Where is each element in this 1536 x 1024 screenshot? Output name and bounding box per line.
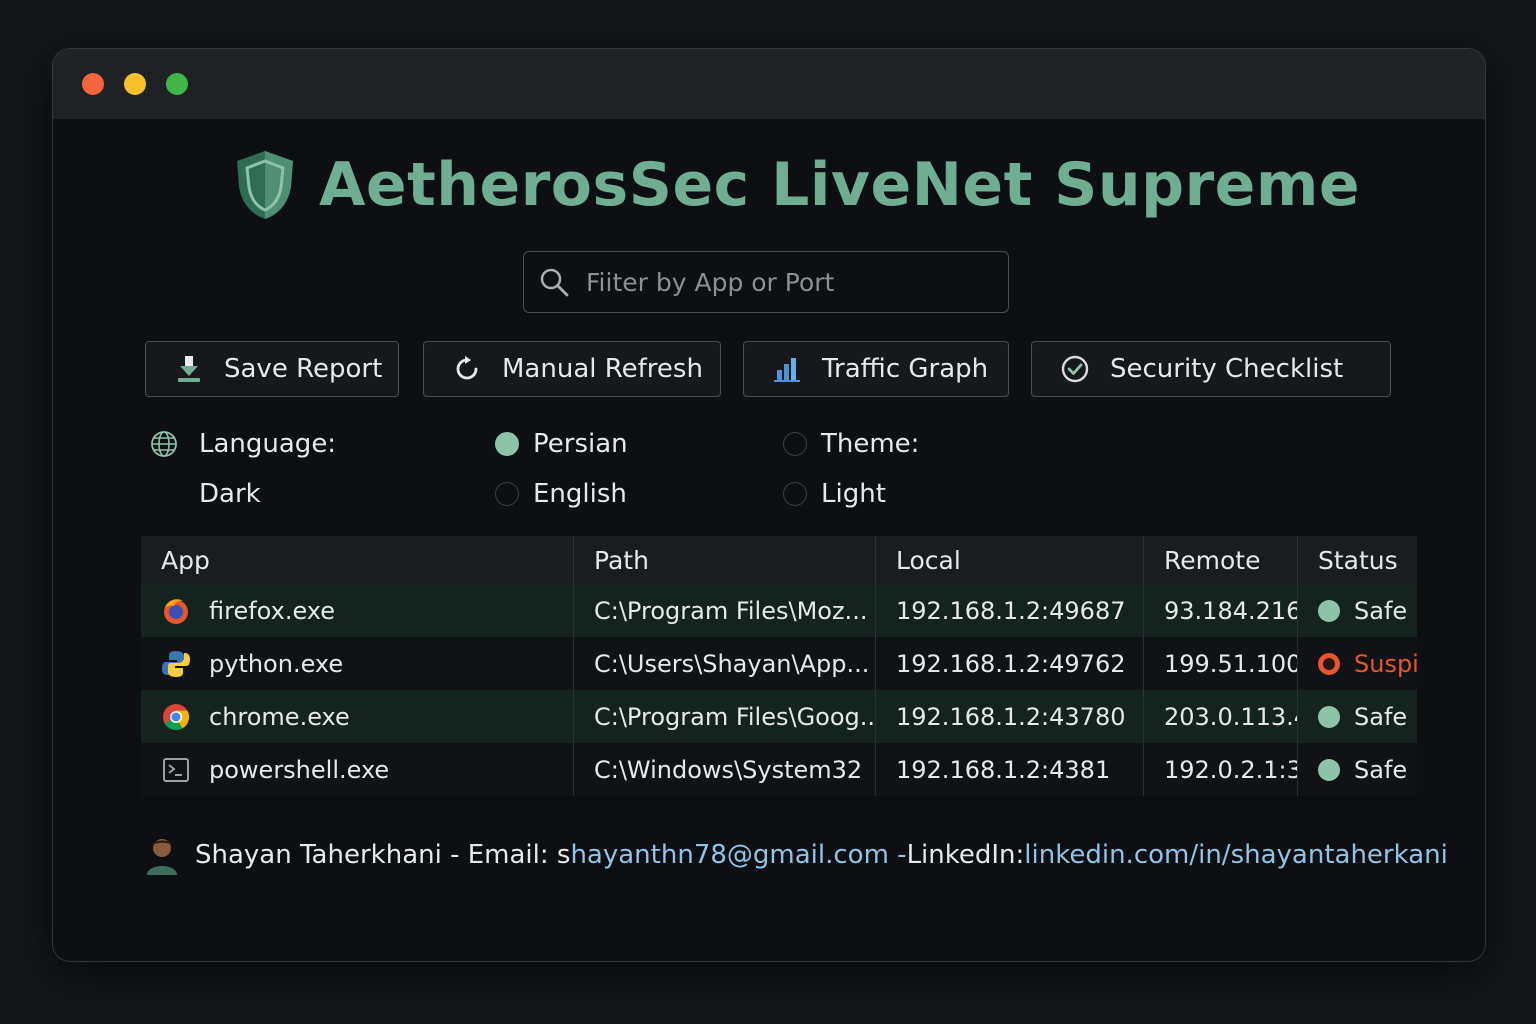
app-name: chrome.exe (209, 702, 350, 731)
security-checklist-label: Security Checklist (1110, 354, 1344, 384)
column-header-path[interactable]: Path (574, 536, 876, 584)
status-text: Suspi (1354, 649, 1417, 678)
english-option[interactable]: English (495, 479, 627, 509)
filter-input[interactable] (584, 266, 1008, 298)
manual-refresh-label: Manual Refresh (502, 354, 703, 384)
english-radio[interactable] (495, 482, 519, 506)
save-report-button[interactable]: Save Report (145, 341, 399, 397)
light-label: Light (821, 479, 886, 509)
app-cell: firefox.exe (141, 584, 574, 637)
persian-radio[interactable] (495, 432, 519, 456)
download-icon (178, 356, 200, 382)
python-icon (162, 650, 190, 677)
status-cell: Suspi (1298, 637, 1417, 690)
dark-option: Dark (199, 479, 261, 509)
shield-icon (237, 151, 293, 219)
language-label: Language: (199, 429, 337, 459)
path-cell: C:\Windows\System32 (574, 743, 876, 796)
english-label: English (533, 479, 627, 509)
app-cell: chrome.exe (141, 690, 574, 743)
traffic-graph-button[interactable]: Traffic Graph (743, 341, 1009, 397)
app-cell: powershell.exe (141, 743, 574, 796)
remote-cell: 192.0.2.1:3: (1144, 743, 1298, 796)
remote-cell: 203.0.113.4 (1144, 690, 1298, 743)
table-row[interactable]: firefox.exe C:\Program Files\Moz... 192.… (141, 584, 1417, 637)
status-safe-indicator (1318, 705, 1340, 728)
app-header: AetherosSec LiveNet Supreme (233, 145, 1360, 225)
column-header-app[interactable]: App (141, 536, 574, 584)
status-safe-indicator (1318, 758, 1340, 781)
status-text: Safe (1354, 755, 1408, 784)
filter-search-box[interactable] (523, 251, 1009, 313)
local-cell: 192.168.1.2:49687 (876, 584, 1144, 637)
local-cell: 192.168.1.2:4381 (876, 743, 1144, 796)
status-safe-indicator (1318, 599, 1340, 622)
app-title: AetherosSec LiveNet Supreme (319, 150, 1361, 220)
traffic-graph-label: Traffic Graph (822, 354, 989, 384)
dark-label: Dark (199, 479, 261, 509)
column-header-status[interactable]: Status (1298, 536, 1417, 584)
globe-icon (151, 431, 177, 457)
minimize-window-button[interactable] (124, 73, 146, 95)
status-cell: Safe (1298, 743, 1417, 796)
manual-refresh-button[interactable]: Manual Refresh (423, 341, 721, 397)
table-row[interactable]: python.exe C:\Users\Shayan\App... 192.16… (141, 637, 1417, 690)
theme-radio[interactable] (783, 432, 807, 456)
path-cell: C:\Users\Shayan\App... (574, 637, 876, 690)
maximize-window-button[interactable] (166, 73, 188, 95)
title-bar (53, 49, 1485, 119)
close-window-button[interactable] (82, 73, 104, 95)
status-text: Safe (1354, 596, 1408, 625)
person-avatar-icon (147, 839, 177, 875)
app-cell: python.exe (141, 637, 574, 690)
local-cell: 192.168.1.2:43780 (876, 690, 1144, 743)
app-window: AetherosSec LiveNet Supreme Save Report … (52, 48, 1486, 962)
status-suspicious-indicator (1318, 652, 1340, 675)
save-report-label: Save Report (224, 354, 383, 384)
path-cell: C:\Program Files\Moz... (574, 584, 876, 637)
table-header-row: App Path Local Remote Status (141, 536, 1417, 584)
chrome-icon (163, 703, 190, 730)
powershell-icon (163, 757, 189, 782)
persian-option[interactable]: Persian (495, 429, 628, 459)
linkedin-label: LinkedIn: (906, 840, 1025, 870)
remote-cell: 199.51.100: (1144, 637, 1298, 690)
connections-table: App Path Local Remote Status firefox.exe… (141, 536, 1417, 796)
language-label-row: Language: (149, 429, 336, 459)
search-icon (540, 268, 569, 297)
status-cell: Safe (1298, 690, 1417, 743)
light-option[interactable]: Light (783, 479, 886, 509)
bar-chart-icon (774, 358, 800, 382)
firefox-icon (164, 598, 188, 624)
app-name: powershell.exe (209, 755, 390, 784)
check-circle-icon (1061, 355, 1089, 383)
author-footer: Shayan Taherkhani - Email: s hayanthn78@g… (145, 835, 1448, 875)
status-cell: Safe (1298, 584, 1417, 637)
table-row[interactable]: chrome.exe C:\Program Files\Goog... 192.… (141, 690, 1417, 743)
app-name: python.exe (209, 649, 344, 678)
refresh-icon (456, 356, 478, 380)
theme-label: Theme: (821, 429, 920, 459)
light-radio[interactable] (783, 482, 807, 506)
linkedin-link[interactable]: linkedin.com/in/shayantaherkani (1024, 840, 1448, 870)
remote-cell: 93.184.216. (1144, 584, 1298, 637)
app-name: firefox.exe (209, 596, 336, 625)
table-row[interactable]: powershell.exe C:\Windows\System32 192.1… (141, 743, 1417, 796)
column-header-remote[interactable]: Remote (1144, 536, 1298, 584)
column-header-local[interactable]: Local (876, 536, 1144, 584)
author-name: Shayan Taherkhani - Email: s (195, 840, 571, 870)
status-text: Safe (1354, 702, 1408, 731)
persian-label: Persian (533, 429, 628, 459)
email-link[interactable]: hayanthn78@gmail.com - (570, 840, 906, 870)
security-checklist-button[interactable]: Security Checklist (1031, 341, 1391, 397)
path-cell: C:\Program Files\Goog... (574, 690, 876, 743)
local-cell: 192.168.1.2:49762 (876, 637, 1144, 690)
theme-option[interactable]: Theme: (783, 429, 919, 459)
